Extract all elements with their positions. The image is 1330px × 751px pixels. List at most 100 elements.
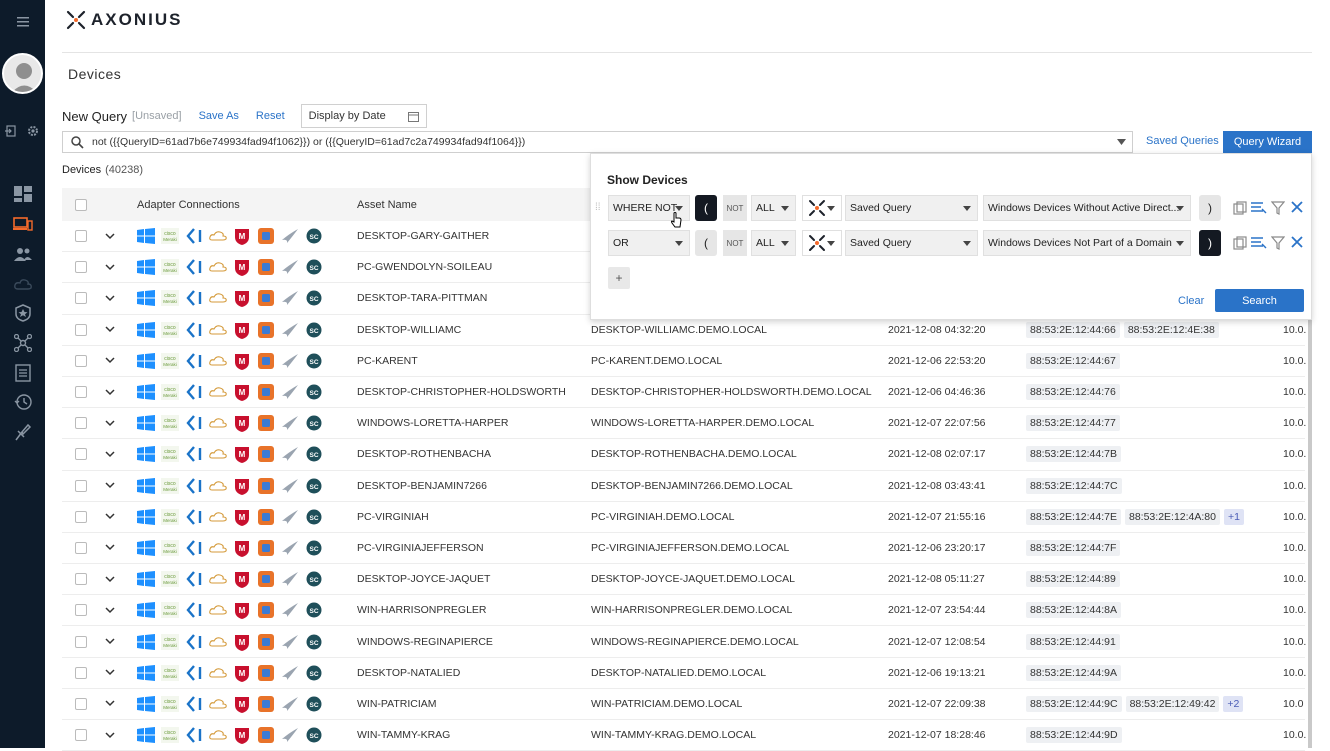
field-select[interactable]: Saved Query xyxy=(845,230,978,256)
duplicate-icon[interactable] xyxy=(1233,236,1247,250)
expand-chevron-icon[interactable] xyxy=(105,513,115,520)
more-macs-badge[interactable]: +2 xyxy=(1223,695,1244,712)
select-all-checkbox[interactable] xyxy=(75,198,87,211)
enforcement-icon[interactable] xyxy=(0,418,45,446)
expand-chevron-icon[interactable] xyxy=(105,451,115,458)
filter-icon[interactable] xyxy=(1271,201,1285,215)
duplicate-icon[interactable] xyxy=(1233,201,1247,215)
filter-fields-icon[interactable] xyxy=(1251,236,1267,250)
table-row[interactable]: cisco Meraki M SC DESKTOP-CHRISTOPHER-HOLDSW… xyxy=(62,377,1306,409)
not-toggle[interactable]: NOT xyxy=(723,195,747,221)
scope-select[interactable]: ALL xyxy=(751,195,796,221)
asset-name-cell[interactable]: DESKTOP-CHRISTOPHER-HOLDSWORTH xyxy=(357,377,566,407)
table-row[interactable]: cisco Meraki M SC DESKTOP-BENJAMIN7266 DESKTO… xyxy=(62,471,1306,502)
settings-icon[interactable] xyxy=(22,117,44,145)
expand-chevron-icon[interactable] xyxy=(105,669,115,676)
save-as-link[interactable]: Save As xyxy=(199,110,239,122)
filter-fields-icon[interactable] xyxy=(1251,201,1267,215)
asset-name-cell[interactable]: PC-VIRGINIAH xyxy=(357,502,429,532)
chevron-down-icon[interactable] xyxy=(1117,139,1126,145)
close-paren-toggle[interactable]: ) xyxy=(1199,230,1221,256)
row-checkbox[interactable] xyxy=(75,479,87,492)
search-button[interactable]: Search xyxy=(1215,289,1304,312)
row-checkbox[interactable] xyxy=(75,666,87,679)
expand-chevron-icon[interactable] xyxy=(105,264,115,271)
cloud-icon[interactable] xyxy=(0,270,45,298)
table-row[interactable]: cisco Meraki M SC DESKTOP-NATALIED DESKTOP-NA… xyxy=(62,658,1306,689)
row-checkbox[interactable] xyxy=(75,697,87,710)
adapters-icon[interactable] xyxy=(0,329,45,357)
asset-name-cell[interactable]: DESKTOP-ROTHENBACHA xyxy=(357,439,491,469)
table-row[interactable]: cisco Meraki M SC WIN-PATRICIAM WIN-PATRICIAM… xyxy=(62,689,1305,720)
row-checkbox[interactable] xyxy=(75,510,87,523)
asset-name-cell[interactable]: DESKTOP-TARA-PITTMAN xyxy=(357,283,487,313)
close-paren-toggle[interactable]: ) xyxy=(1199,195,1221,221)
expand-chevron-icon[interactable] xyxy=(105,607,115,614)
not-toggle[interactable]: NOT xyxy=(723,230,747,256)
expand-chevron-icon[interactable] xyxy=(105,420,115,427)
clear-link[interactable]: Clear xyxy=(1178,295,1204,307)
devices-icon[interactable] xyxy=(0,210,45,238)
expand-chevron-icon[interactable] xyxy=(105,544,115,551)
expand-chevron-icon[interactable] xyxy=(105,326,115,333)
avatar[interactable] xyxy=(2,53,43,94)
table-row[interactable]: cisco Meraki M SC WIN-TAMMY-KRAG WIN-TAMMY-KR… xyxy=(62,720,1306,751)
open-paren-toggle[interactable]: ( xyxy=(695,195,717,221)
row-checkbox[interactable] xyxy=(75,323,87,336)
expand-chevron-icon[interactable] xyxy=(105,295,115,302)
more-macs-badge[interactable]: +1 xyxy=(1224,508,1244,525)
expand-chevron-icon[interactable] xyxy=(105,576,115,583)
reset-link[interactable]: Reset xyxy=(256,110,285,122)
compliance-icon[interactable] xyxy=(0,299,45,327)
column-header-adapters[interactable]: Adapter Connections xyxy=(137,188,240,221)
display-by-date-picker[interactable]: Display by Date xyxy=(300,104,427,128)
asset-name-cell[interactable]: PC-VIRGINIAJEFFERSON xyxy=(357,533,484,563)
table-row[interactable]: cisco Meraki M SC PC-VIRGINIAH PC-VIRGINIAH.D… xyxy=(62,502,1306,533)
asset-name-cell[interactable]: WIN-TAMMY-KRAG xyxy=(357,720,450,750)
query-search-input[interactable]: not ({{QueryID=61ad7b6e749934fad94f1062}… xyxy=(62,131,1133,153)
asset-name-cell[interactable]: WINDOWS-REGINAPIERCE xyxy=(357,626,493,656)
logic-select[interactable]: OR xyxy=(608,230,690,256)
row-checkbox[interactable] xyxy=(75,573,87,586)
asset-name-cell[interactable]: PC-KARENT xyxy=(357,346,418,376)
value-select[interactable]: Windows Devices Without Active Direct... xyxy=(983,195,1191,221)
field-select[interactable]: Saved Query xyxy=(845,195,978,221)
row-checkbox[interactable] xyxy=(75,448,87,461)
column-header-asset-name[interactable]: Asset Name xyxy=(357,188,417,221)
add-expression-button[interactable]: + xyxy=(608,267,630,289)
expand-chevron-icon[interactable] xyxy=(105,389,115,396)
logo[interactable]: AXONIUS xyxy=(65,9,182,31)
open-paren-toggle[interactable]: ( xyxy=(695,230,717,256)
logout-icon[interactable] xyxy=(0,117,22,145)
table-row[interactable]: cisco Meraki M SC WINDOWS-REGINAPIERCE WINDOW… xyxy=(62,626,1306,658)
scope-select[interactable]: ALL xyxy=(751,230,796,256)
row-checkbox[interactable] xyxy=(75,261,87,274)
menu-icon[interactable] xyxy=(0,8,45,36)
asset-name-cell[interactable]: WINDOWS-LORETTA-HARPER xyxy=(357,408,508,438)
adapter-select[interactable] xyxy=(802,230,842,256)
table-row[interactable]: cisco Meraki M SC WIN-HARRISONPREGLER WIN-HAR… xyxy=(62,595,1306,627)
drag-handle-icon[interactable]: ⁞⁞ xyxy=(595,202,601,213)
value-select[interactable]: Windows Devices Not Part of a Domain xyxy=(983,230,1191,256)
table-row[interactable]: cisco Meraki M SC WINDOWS-LORETTA-HARPER WIND… xyxy=(62,408,1306,440)
reports-icon[interactable] xyxy=(0,359,45,387)
close-icon[interactable] xyxy=(1291,201,1303,213)
asset-name-cell[interactable]: DESKTOP-NATALIED xyxy=(357,658,460,688)
asset-name-cell[interactable]: DESKTOP-GARY-GAITHER xyxy=(357,221,489,251)
asset-name-cell[interactable]: PC-GWENDOLYN-SOILEAU xyxy=(357,252,492,282)
row-checkbox[interactable] xyxy=(75,635,87,648)
row-checkbox[interactable] xyxy=(75,541,87,554)
row-checkbox[interactable] xyxy=(75,729,87,742)
row-checkbox[interactable] xyxy=(75,354,87,367)
expand-chevron-icon[interactable] xyxy=(105,357,115,364)
asset-name-cell[interactable]: DESKTOP-WILLIAMC xyxy=(357,315,461,345)
row-checkbox[interactable] xyxy=(75,292,87,305)
filter-icon[interactable] xyxy=(1271,236,1285,250)
table-row[interactable]: cisco Meraki M SC DESKTOP-ROTHENBACHA DESKTOP… xyxy=(62,439,1306,471)
table-scrollbar[interactable] xyxy=(1308,320,1312,748)
saved-queries-link[interactable]: Saved Queries xyxy=(1146,135,1219,147)
expand-chevron-icon[interactable] xyxy=(105,638,115,645)
expand-chevron-icon[interactable] xyxy=(105,732,115,739)
row-checkbox[interactable] xyxy=(75,386,87,399)
expand-chevron-icon[interactable] xyxy=(105,482,115,489)
